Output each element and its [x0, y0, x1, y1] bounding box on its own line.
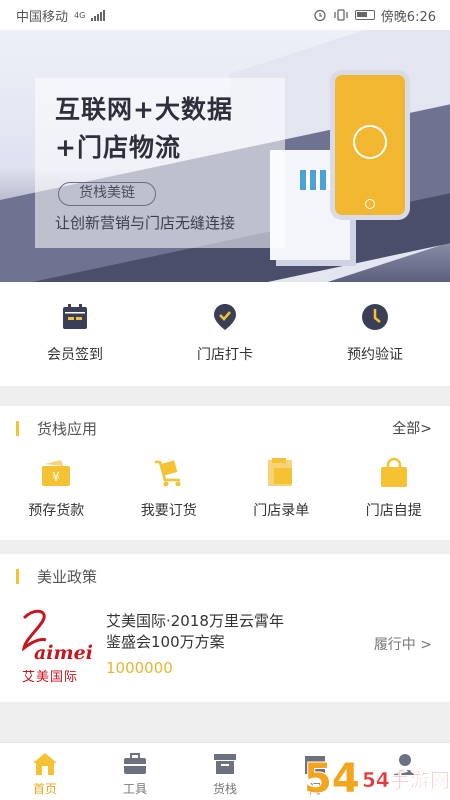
battery-icon	[354, 10, 375, 20]
promo-banner[interactable]: 互联网+大数据 +门店物流 货栈美链 让创新营销与门店无缝连接	[0, 30, 450, 282]
policy-section-header: 美业政策	[0, 554, 450, 598]
apps-view-all-link[interactable]: 全部>	[392, 418, 432, 438]
policy-section-title: 美业政策	[37, 567, 98, 586]
section-accent-bar	[16, 568, 19, 584]
carrier-name: 中国移动	[16, 9, 69, 25]
quick-action-checkin[interactable]: 会员签到	[0, 282, 150, 386]
policy-name: 艾美国际·2018万里云霄年鉴盛会100万方案	[106, 612, 284, 651]
app-order[interactable]: 我要订货	[113, 450, 226, 536]
policy-item[interactable]: aimei 艾美国际 艾美国际·2018万里云霄年鉴盛会100万方案 10000…	[0, 598, 450, 690]
logo-brand-text: aimei	[34, 642, 93, 664]
wallet-yuan-icon: ¥	[42, 460, 71, 486]
home-icon	[33, 753, 57, 775]
aimei-brand-logo: aimei 艾美国际	[16, 604, 93, 685]
quick-action-label: 会员签到	[47, 347, 103, 363]
tab-label: 货栈	[212, 782, 237, 796]
app-prepay[interactable]: ¥ 预存货款	[0, 450, 113, 536]
banner-brand-pill: 货栈美链	[58, 182, 156, 206]
location-check-icon	[214, 304, 236, 330]
clock-icon	[362, 304, 388, 330]
app-self-pickup[interactable]: 门店自提	[338, 450, 450, 536]
app-label: 门店录单	[253, 503, 310, 519]
quick-actions: 会员签到 门店打卡 预约验证	[0, 282, 450, 386]
tab-tools[interactable]: 工具	[90, 743, 180, 800]
signal-icon	[91, 9, 106, 21]
site-watermark: 54 54手游网	[300, 742, 450, 800]
banner-phone-illustration	[330, 70, 410, 220]
policy-status-link[interactable]: 履行中 >	[374, 634, 432, 654]
clipboard-box-icon	[268, 458, 293, 486]
phone-logo-icon	[353, 125, 387, 159]
calendar-icon	[63, 304, 87, 329]
alarm-icon	[314, 9, 326, 22]
svg-text:54: 54	[304, 756, 360, 800]
cart-box-icon	[154, 460, 181, 487]
quick-action-label: 门店打卡	[197, 347, 253, 363]
apps-section-title: 货栈应用	[37, 419, 98, 438]
tab-home[interactable]: 首页	[0, 743, 90, 800]
banner-headline-1: 互联网+大数据	[55, 95, 233, 124]
apps-grid: ¥ 预存货款 我要订货 门店录单 门店自提	[0, 450, 450, 536]
shopping-bag-icon	[380, 457, 407, 487]
phone-home-button	[365, 199, 375, 209]
quick-action-label: 预约验证	[347, 347, 403, 363]
briefcase-icon	[124, 753, 146, 774]
vibrate-icon	[334, 9, 348, 21]
policy-amount: 1000000	[106, 659, 173, 677]
quick-action-verify[interactable]: 预约验证	[300, 282, 450, 386]
tab-label: 工具	[122, 782, 147, 796]
app-label: 我要订货	[140, 503, 197, 519]
clock-time: 傍晚6:26	[380, 9, 436, 25]
status-bar: 中国移动 4G 傍晚6:26	[0, 0, 450, 30]
app-label: 预存货款	[28, 503, 85, 519]
policy-section: 美业政策 aimei 艾美国际 艾美国际·2018万里云霄年鉴盛会100万方案 …	[0, 554, 450, 702]
apps-section: 货栈应用 全部> ¥ 预存货款 我要订货 门店录单 门店自提	[0, 406, 450, 540]
banner-tagline: 让创新营销与门店无缝连接	[55, 214, 236, 232]
warehouse-icon	[214, 754, 236, 774]
app-label: 门店自提	[365, 503, 422, 519]
section-accent-bar	[16, 420, 19, 436]
app-store-entry[interactable]: 门店录单	[225, 450, 338, 536]
tab-warehouse[interactable]: 货栈	[180, 743, 270, 800]
quick-action-store-punch[interactable]: 门店打卡	[150, 282, 300, 386]
tab-label: 首页	[32, 782, 57, 796]
watermark-text: 54手游网	[362, 768, 450, 793]
network-type: 4G	[74, 10, 86, 20]
apps-section-header: 货栈应用 全部>	[0, 406, 450, 450]
logo-brand-cn: 艾美国际	[22, 670, 79, 685]
banner-headline-2: +门店物流	[55, 133, 181, 162]
svg-text:¥: ¥	[52, 470, 60, 484]
